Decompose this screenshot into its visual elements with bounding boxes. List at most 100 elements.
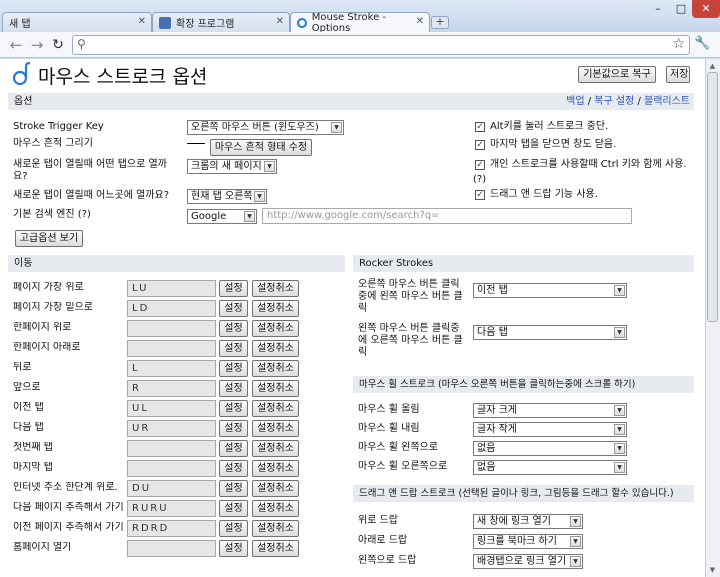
wheel-action-select[interactable]: 없음 ▼ bbox=[473, 441, 627, 456]
unset-stroke-button[interactable]: 설정취소 bbox=[252, 440, 299, 457]
unset-stroke-button[interactable]: 설정취소 bbox=[252, 420, 299, 437]
page-content: 마우스 스트로크 옵션 기본값으로 복구 저장 옵션 백업 / 복구 설정 / … bbox=[0, 59, 705, 577]
set-stroke-button[interactable]: 설정 bbox=[219, 500, 248, 517]
minimize-button[interactable]: – bbox=[646, 0, 670, 18]
wheel-action-select[interactable]: 글자 작게 ▼ bbox=[473, 422, 627, 437]
set-stroke-button[interactable]: 설정 bbox=[219, 360, 248, 377]
unset-stroke-button[interactable]: 설정취소 bbox=[252, 380, 299, 397]
wheel-action-select[interactable]: 글자 크게 ▼ bbox=[473, 403, 627, 418]
search-engine-select[interactable]: Google ▼ bbox=[187, 209, 257, 224]
unset-stroke-button[interactable]: 설정취소 bbox=[252, 340, 299, 357]
set-stroke-button[interactable]: 설정 bbox=[219, 480, 248, 497]
move-row-label: 뒤로 bbox=[13, 362, 32, 373]
scrollbar-thumb[interactable] bbox=[707, 72, 718, 322]
tab-mouse-stroke-options[interactable]: Mouse Stroke - Options ✕ bbox=[290, 12, 430, 34]
ctrl-key-checkbox[interactable]: ✓ bbox=[475, 160, 485, 170]
unset-stroke-button[interactable]: 설정취소 bbox=[252, 300, 299, 317]
new-tab-where-select[interactable]: 현재 탭 오른쪽 ▼ bbox=[187, 189, 267, 204]
unset-stroke-button[interactable]: 설정취소 bbox=[252, 500, 299, 517]
dropdown-arrow-icon: ▼ bbox=[614, 443, 625, 454]
set-stroke-button[interactable]: 설정 bbox=[219, 540, 248, 557]
unset-stroke-button[interactable]: 설정취소 bbox=[252, 540, 299, 557]
new-tab-which-select[interactable]: 크롬의 새 페이지 ▼ bbox=[187, 159, 277, 174]
rocker-right-select[interactable]: 다음 탭 ▼ bbox=[473, 325, 627, 340]
stroke-gesture-input[interactable]: RURU bbox=[127, 500, 216, 517]
set-stroke-button[interactable]: 설정 bbox=[219, 440, 248, 457]
set-stroke-button[interactable]: 설정 bbox=[219, 520, 248, 537]
set-stroke-button[interactable]: 설정 bbox=[219, 280, 248, 297]
unset-stroke-button[interactable]: 설정취소 bbox=[252, 480, 299, 497]
set-stroke-button[interactable]: 설정 bbox=[219, 420, 248, 437]
tab-close-icon[interactable]: ✕ bbox=[416, 16, 424, 27]
set-stroke-button[interactable]: 설정 bbox=[219, 400, 248, 417]
select-value: 새 창에 링크 열기 bbox=[477, 516, 551, 527]
stroke-gesture-input[interactable] bbox=[127, 540, 216, 557]
unset-stroke-button[interactable]: 설정취소 bbox=[252, 400, 299, 417]
stroke-gesture-input[interactable]: UL bbox=[127, 400, 216, 417]
drag-action-select[interactable]: 링크를 북마크 하기 ▼ bbox=[473, 534, 583, 549]
select-value: 크롬의 새 페이지 bbox=[191, 161, 262, 172]
backup-link[interactable]: 백업 bbox=[566, 96, 584, 107]
save-button[interactable]: 저장 bbox=[666, 66, 690, 83]
move-row-label: 페이지 가장 밑으로 bbox=[13, 302, 93, 313]
search-url-input[interactable]: http://www.google.com/search?q= bbox=[262, 208, 632, 224]
reset-defaults-button[interactable]: 기본값으로 복구 bbox=[578, 66, 656, 83]
star-icon[interactable]: ☆ bbox=[672, 36, 685, 52]
drag-drop-checkbox[interactable]: ✓ bbox=[475, 190, 485, 200]
edit-trail-style-button[interactable]: 마우스 흔적 형태 수정 bbox=[210, 139, 312, 156]
unset-stroke-button[interactable]: 설정취소 bbox=[252, 520, 299, 537]
set-stroke-button[interactable]: 설정 bbox=[219, 320, 248, 337]
alt-abort-checkbox[interactable]: ✓ bbox=[475, 122, 485, 132]
stroke-gesture-input[interactable] bbox=[127, 320, 216, 337]
set-stroke-button[interactable]: 설정 bbox=[219, 460, 248, 477]
stroke-gesture-input[interactable]: DU bbox=[127, 480, 216, 497]
maximize-button[interactable]: □ bbox=[670, 0, 692, 18]
set-stroke-button[interactable]: 설정 bbox=[219, 300, 248, 317]
stroke-gesture-input[interactable] bbox=[127, 340, 216, 357]
tab-extensions[interactable]: 확장 프로그램 ✕ bbox=[152, 12, 290, 32]
section-title: 옵션 bbox=[14, 96, 33, 107]
stroke-gesture-input[interactable]: RDRD bbox=[127, 520, 216, 537]
stroke-gesture-input[interactable]: R bbox=[127, 380, 216, 397]
unset-stroke-button[interactable]: 설정취소 bbox=[252, 360, 299, 377]
stroke-gesture-input[interactable] bbox=[127, 440, 216, 457]
close-window-button[interactable]: ✕ bbox=[692, 0, 720, 18]
unset-stroke-button[interactable]: 설정취소 bbox=[252, 460, 299, 477]
unset-stroke-button[interactable]: 설정취소 bbox=[252, 320, 299, 337]
drag-action-select[interactable]: 새 창에 링크 열기 ▼ bbox=[473, 514, 583, 529]
set-stroke-button[interactable]: 설정 bbox=[219, 380, 248, 397]
stroke-gesture-input[interactable]: UR bbox=[127, 420, 216, 437]
trigger-key-select[interactable]: 오른쪽 마우스 버튼 (윈도우즈) ▼ bbox=[187, 120, 344, 135]
wheel-row-label: 마우스 휠 왼쪽으로 bbox=[358, 442, 438, 453]
stroke-gesture-input[interactable] bbox=[127, 460, 216, 477]
tab-close-icon[interactable]: ✕ bbox=[276, 16, 284, 27]
blacklist-link[interactable]: 블랙리스트 bbox=[644, 96, 690, 107]
move-row-label: 다음 탭 bbox=[13, 422, 44, 433]
stroke-gesture-input[interactable]: LD bbox=[127, 300, 216, 317]
dropdown-arrow-icon: ▼ bbox=[614, 327, 625, 338]
rocker-left-select[interactable]: 이전 탭 ▼ bbox=[473, 283, 627, 298]
wheel-section-header: 마우스 휠 스트로크 (마우스 오른쪽 버튼을 클릭하는중에 스크롤 하기) bbox=[353, 376, 694, 393]
dropdown-arrow-icon: ▼ bbox=[570, 536, 581, 547]
back-icon[interactable]: ← bbox=[8, 36, 24, 54]
tab-close-icon[interactable]: ✕ bbox=[138, 16, 146, 27]
new-tab-button[interactable]: + bbox=[431, 16, 449, 29]
stroke-gesture-input[interactable]: LU bbox=[127, 280, 216, 297]
scroll-down-icon[interactable]: ▼ bbox=[706, 564, 719, 576]
advanced-options-button[interactable]: 고급옵션 보기 bbox=[15, 230, 83, 247]
address-bar[interactable]: ⚲ ☆ bbox=[72, 35, 690, 55]
unset-stroke-button[interactable]: 설정취소 bbox=[252, 280, 299, 297]
forward-icon[interactable]: → bbox=[29, 36, 45, 54]
wheel-action-select[interactable]: 없음 ▼ bbox=[473, 460, 627, 475]
close-window-checkbox[interactable]: ✓ bbox=[475, 140, 485, 150]
set-stroke-button[interactable]: 설정 bbox=[219, 340, 248, 357]
scroll-up-icon[interactable]: ▲ bbox=[706, 60, 719, 72]
restore-settings-link[interactable]: 복구 설정 bbox=[594, 96, 634, 107]
drag-action-select[interactable]: 배경탭으로 링크 열기 ▼ bbox=[473, 554, 583, 569]
stroke-gesture-input[interactable]: L bbox=[127, 360, 216, 377]
move-row-label: 한페이지 아래로 bbox=[13, 342, 81, 353]
wrench-icon[interactable]: 🔧 bbox=[694, 36, 710, 51]
ctrl-key-help[interactable]: (?) bbox=[473, 174, 486, 186]
reload-icon[interactable]: ↻ bbox=[50, 36, 66, 54]
tab-new-tab[interactable]: 새 탭 ✕ bbox=[2, 12, 152, 32]
